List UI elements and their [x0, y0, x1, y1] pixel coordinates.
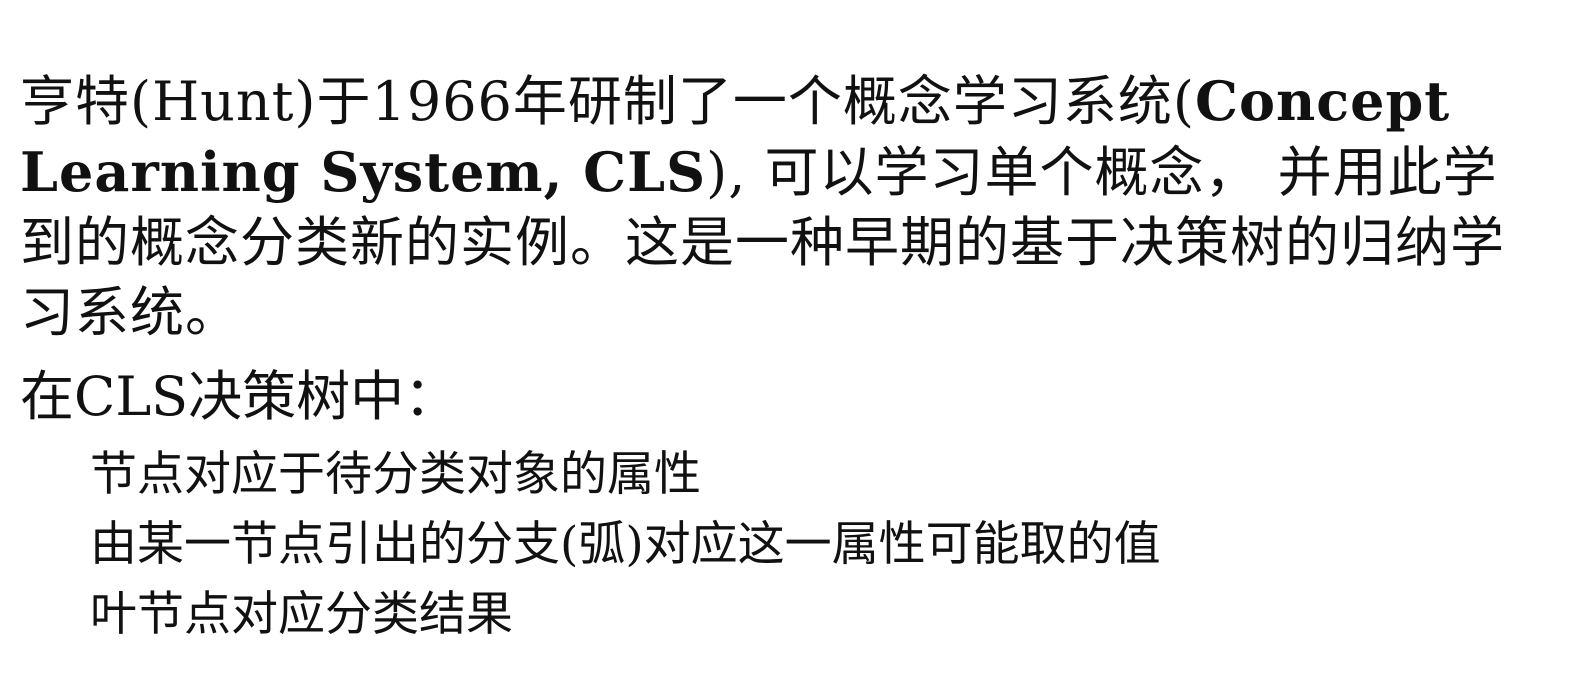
list-item: 由某一节点引出的分支(弧)对应这一属性可能取的值	[90, 517, 1161, 572]
intro-paragraph: 亨特(Hunt)于1966年研制了一个概念学习系统(Concept Learni…	[20, 66, 1550, 348]
list-item: 叶节点对应分类结果	[90, 587, 513, 642]
intro-text-start: 亨特(Hunt)于1966年研制了一个概念学习系统(	[20, 70, 1195, 133]
cls-section-title: 在CLS决策树中：	[20, 365, 459, 428]
list-item: 节点对应于待分类对象的属性	[90, 447, 701, 502]
slide: 亨特(Hunt)于1966年研制了一个概念学习系统(Concept Learni…	[0, 0, 1580, 687]
cls-points-list: 节点对应于待分类对象的属性 由某一节点引出的分支(弧)对应这一属性可能取的值 叶…	[90, 440, 1161, 650]
